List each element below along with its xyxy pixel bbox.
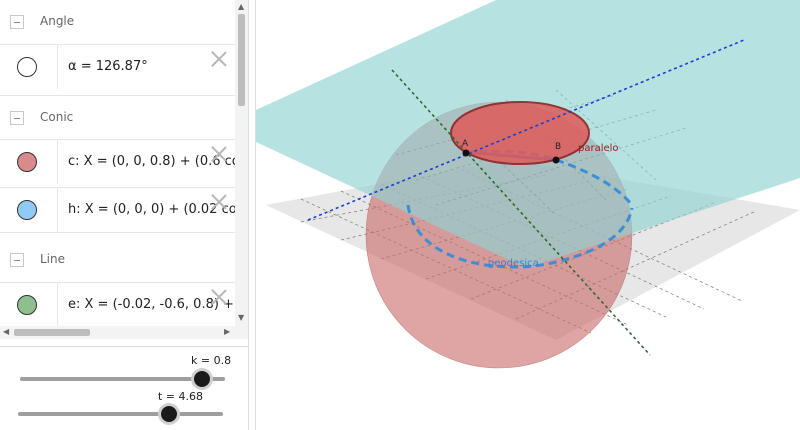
horizontal-scrollbar[interactable]: ◀ ▶ xyxy=(0,326,248,339)
visibility-marble[interactable] xyxy=(17,152,37,172)
delete-icon[interactable] xyxy=(211,194,227,210)
group-header-angle[interactable]: Angle xyxy=(0,0,235,44)
object-definition[interactable]: α = 126.87° xyxy=(68,59,148,74)
scroll-right-icon[interactable]: ▶ xyxy=(224,327,230,336)
object-definition[interactable]: h: X = (0, 0, 0) + (0.02 cos xyxy=(68,202,235,217)
group-title: Conic xyxy=(40,110,74,124)
point-a-label: A xyxy=(462,139,469,149)
algebra-row-c[interactable]: c: X = (0, 0, 0.8) + (0.6 cos xyxy=(0,139,235,184)
divider xyxy=(57,45,58,89)
collapse-icon[interactable] xyxy=(10,15,24,29)
slider-k-handle[interactable] xyxy=(194,371,210,387)
divider xyxy=(57,188,58,232)
scroll-down-icon[interactable]: ▼ xyxy=(238,313,244,322)
algebra-row-alpha[interactable]: α = 126.87° xyxy=(0,44,235,89)
scene-3d[interactable]: A B paralelo geodesica xyxy=(256,0,800,430)
algebra-view: Angle α = 126.87° Conic c: X = (0, 0, 0.… xyxy=(0,0,248,430)
slider-t-track[interactable] xyxy=(18,412,223,416)
scroll-left-icon[interactable]: ◀ xyxy=(3,327,9,336)
graphics-3d-view[interactable]: A B paralelo geodesica xyxy=(256,0,800,430)
slider-t-label: t = 4.68 xyxy=(158,390,204,403)
point-b[interactable] xyxy=(552,156,560,164)
visibility-marble[interactable] xyxy=(17,200,37,220)
scrollbar-thumb[interactable] xyxy=(238,14,245,106)
algebra-list: Angle α = 126.87° Conic c: X = (0, 0, 0.… xyxy=(0,0,235,326)
group-title: Angle xyxy=(40,14,75,28)
delete-icon[interactable] xyxy=(211,51,227,67)
delete-icon[interactable] xyxy=(211,289,227,305)
divider xyxy=(57,283,58,326)
scrollbar-thumb[interactable] xyxy=(14,329,90,336)
scroll-up-icon[interactable]: ▲ xyxy=(238,2,244,11)
group-header-line[interactable]: Line xyxy=(0,238,235,282)
algebra-row-h[interactable]: h: X = (0, 0, 0) + (0.02 cos xyxy=(0,187,235,233)
point-a[interactable] xyxy=(462,149,470,157)
collapse-icon[interactable] xyxy=(10,111,24,125)
visibility-marble[interactable] xyxy=(17,57,37,77)
object-definition[interactable]: c: X = (0, 0, 0.8) + (0.6 cos xyxy=(68,154,235,169)
algebra-row-e[interactable]: e: X = (-0.02, -0.6, 0.8) + ( xyxy=(0,282,235,326)
divider xyxy=(57,140,58,184)
vertical-scrollbar[interactable]: ▲ ▼ xyxy=(235,0,248,326)
point-b-label: B xyxy=(555,142,561,152)
object-definition[interactable]: e: X = (-0.02, -0.6, 0.8) + ( xyxy=(68,297,235,312)
group-title: Line xyxy=(40,252,66,266)
geodesic-label: geodesica xyxy=(488,258,539,269)
visibility-marble[interactable] xyxy=(17,295,37,315)
group-header-conic[interactable]: Conic xyxy=(0,95,235,140)
slider-t-handle[interactable] xyxy=(161,406,177,422)
divider xyxy=(0,346,248,347)
slider-k-label: k = 0.8 xyxy=(191,354,232,367)
delete-icon[interactable] xyxy=(211,146,227,162)
parallel-label: paralelo xyxy=(578,143,619,154)
collapse-icon[interactable] xyxy=(10,253,24,267)
view-divider[interactable] xyxy=(248,0,256,430)
